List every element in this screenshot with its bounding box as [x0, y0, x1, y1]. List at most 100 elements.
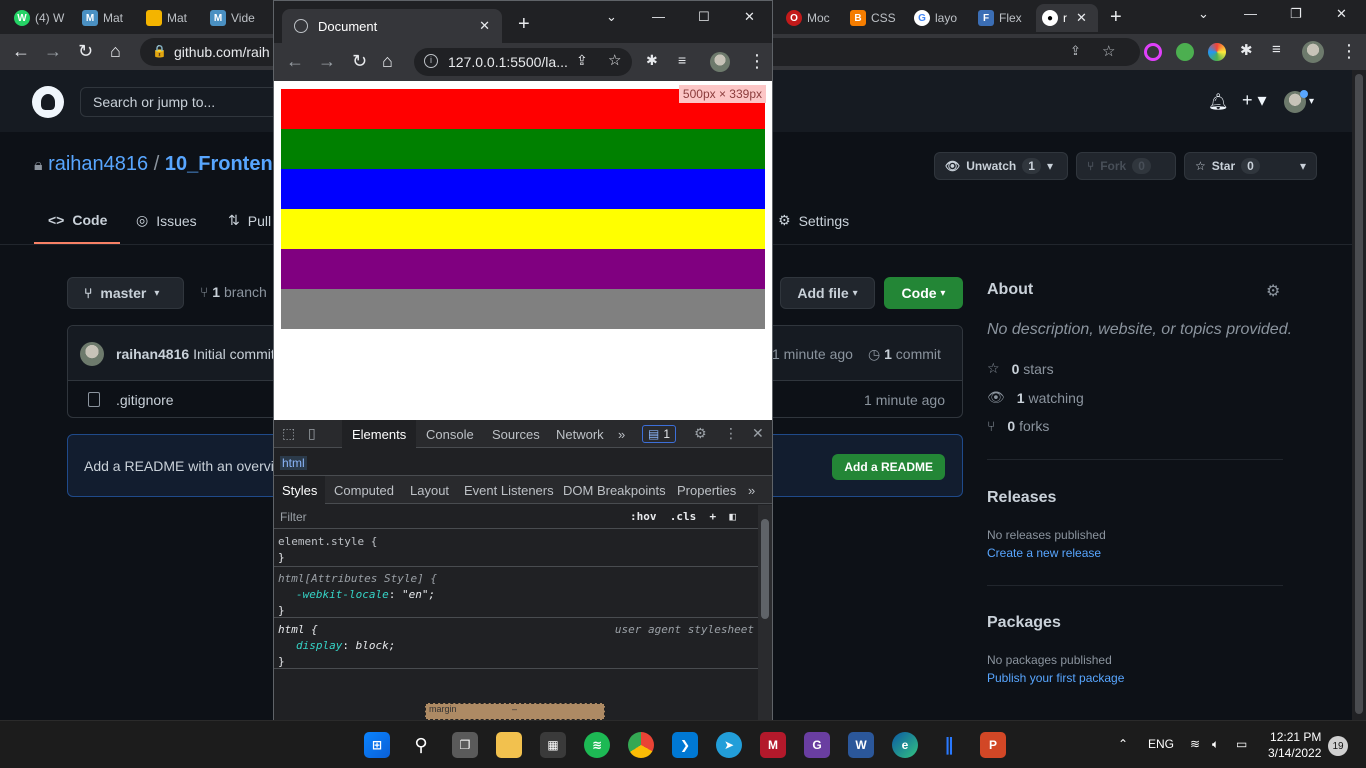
- subtab-dom-breakpoints[interactable]: DOM Breakpoints: [555, 476, 674, 504]
- task-view-icon[interactable]: ❐: [452, 732, 478, 758]
- unwatch-button[interactable]: 👁︎ Unwatch 1 ▾: [934, 152, 1068, 180]
- create-release-link[interactable]: Create a new release: [987, 546, 1101, 560]
- profile-avatar[interactable]: [710, 52, 730, 72]
- extension-circle-icon[interactable]: [1144, 43, 1162, 61]
- hov-toggle[interactable]: :hov: [630, 510, 657, 523]
- cls-toggle[interactable]: .cls: [670, 510, 697, 523]
- add-readme-button[interactable]: Add a README: [832, 454, 945, 480]
- releases-heading[interactable]: Releases: [987, 489, 1056, 507]
- popup-tab-document[interactable]: Document ✕: [282, 9, 502, 43]
- powerpoint-icon[interactable]: P: [980, 732, 1006, 758]
- tab-elements[interactable]: Elements: [342, 420, 417, 448]
- repo-owner-link[interactable]: raihan4816: [48, 153, 148, 175]
- pdf-reader-icon[interactable]: G: [804, 732, 830, 758]
- reload-icon[interactable]: ↻: [78, 41, 93, 62]
- minimize-icon[interactable]: —: [652, 9, 665, 24]
- restore-icon[interactable]: ❐: [1290, 6, 1302, 22]
- extension-green-icon[interactable]: [1176, 43, 1194, 61]
- publish-package-link[interactable]: Publish your first package: [987, 671, 1124, 685]
- more-subtabs-button[interactable]: »: [740, 476, 763, 504]
- forward-icon[interactable]: →: [44, 41, 62, 62]
- minimize-icon[interactable]: —: [1244, 6, 1257, 21]
- chevron-up-icon[interactable]: ⌃: [1118, 737, 1128, 751]
- browser-tab-flex[interactable]: F Flex: [972, 4, 1034, 32]
- store-icon[interactable]: ▦: [540, 732, 566, 758]
- home-icon[interactable]: ⌂: [382, 51, 393, 72]
- popup-address-bar[interactable]: i 127.0.0.1:5500/la...: [414, 48, 632, 76]
- filter-input[interactable]: Filter: [280, 510, 307, 524]
- browser-tab-github-active[interactable]: ● r ✕: [1036, 4, 1098, 32]
- bookmark-star-icon[interactable]: ☆: [1102, 42, 1115, 60]
- vscode-icon[interactable]: ❯: [672, 732, 698, 758]
- browser-tab-vide[interactable]: M Vide: [204, 4, 266, 32]
- tab-code[interactable]: <> Code: [48, 212, 107, 228]
- new-tab-button[interactable]: +: [518, 13, 530, 36]
- tab-search-icon[interactable]: ⌄: [1198, 6, 1209, 22]
- close-tab-icon[interactable]: ✕: [1076, 10, 1087, 26]
- star-button[interactable]: ☆ Star 0 ▾: [1184, 152, 1317, 180]
- back-icon[interactable]: ←: [12, 41, 30, 62]
- home-icon[interactable]: ⌂: [110, 41, 121, 62]
- tab-sources[interactable]: Sources: [482, 420, 550, 448]
- browser-tab-moc[interactable]: O Moc: [780, 4, 840, 32]
- tab-network[interactable]: Network: [546, 420, 614, 448]
- gear-icon[interactable]: ⚙: [1266, 281, 1280, 301]
- tab-issues[interactable]: ◎ Issues: [136, 212, 197, 229]
- maximize-icon[interactable]: ☐: [698, 9, 710, 25]
- close-window-icon[interactable]: ✕: [1336, 6, 1347, 22]
- close-devtools-icon[interactable]: ✕: [752, 425, 764, 442]
- battery-icon[interactable]: ▭: [1236, 737, 1247, 751]
- bookmark-star-icon[interactable]: ☆: [608, 51, 621, 69]
- forks-link[interactable]: ⑂ 0 forks: [987, 418, 1049, 434]
- add-file-button[interactable]: Add file ▾: [780, 277, 875, 309]
- watchers-link[interactable]: 👁︎ 1 watching: [987, 389, 1084, 406]
- subtab-event-listeners[interactable]: Event Listeners: [456, 476, 562, 504]
- commit-history-link[interactable]: ◷ 1 commit: [868, 346, 941, 363]
- breadcrumb-html[interactable]: html: [280, 456, 307, 470]
- browser-tab-mat-1[interactable]: M Mat: [76, 4, 138, 32]
- reload-icon[interactable]: ↻: [352, 51, 367, 72]
- tab-search-icon[interactable]: ⌄: [606, 9, 617, 25]
- extension-color-icon[interactable]: [1208, 43, 1226, 61]
- tab-console[interactable]: Console: [416, 420, 484, 448]
- share-icon[interactable]: ⇪: [576, 52, 588, 69]
- file-explorer-icon[interactable]: [496, 732, 522, 758]
- back-icon[interactable]: ←: [286, 51, 304, 72]
- spotify-icon[interactable]: ≋: [584, 732, 610, 758]
- edge-icon[interactable]: e: [892, 732, 918, 758]
- commit-author[interactable]: raihan4816: [116, 346, 189, 362]
- stars-link[interactable]: ☆ 0 stars: [987, 360, 1054, 377]
- pen-app-icon[interactable]: ∥: [936, 732, 962, 758]
- inspect-element-icon[interactable]: ⬚: [282, 425, 295, 442]
- new-tab-button[interactable]: +: [1110, 6, 1122, 29]
- chevron-down-icon[interactable]: ▾: [1300, 159, 1306, 173]
- wifi-icon[interactable]: ≋: [1190, 737, 1200, 751]
- mendeley-icon[interactable]: M: [760, 732, 786, 758]
- browser-tab-layo[interactable]: G layo: [908, 4, 970, 32]
- clock[interactable]: 12:21 PM 3/14/2022: [1268, 729, 1321, 761]
- puzzle-icon[interactable]: ✱: [1240, 41, 1253, 59]
- create-new-icon[interactable]: + ▾: [1242, 90, 1267, 111]
- browser-tab-mat-2[interactable]: Mat: [140, 4, 202, 32]
- subtab-layout[interactable]: Layout: [402, 476, 457, 504]
- add-rule-icon[interactable]: +: [710, 510, 717, 523]
- fork-button[interactable]: ⑂ Fork 0: [1076, 152, 1176, 180]
- puzzle-icon[interactable]: ✱: [646, 52, 658, 69]
- computed-sidebar-icon[interactable]: ◧: [729, 510, 736, 523]
- device-toolbar-icon[interactable]: ▯: [308, 425, 316, 442]
- close-tab-icon[interactable]: ✕: [479, 18, 490, 34]
- packages-heading[interactable]: Packages: [987, 614, 1061, 632]
- subtab-properties[interactable]: Properties: [669, 476, 744, 504]
- forward-icon[interactable]: →: [318, 51, 336, 72]
- close-window-icon[interactable]: ✕: [744, 9, 755, 25]
- issues-badge[interactable]: ▤ 1: [642, 425, 676, 443]
- start-icon[interactable]: ⊞: [364, 732, 390, 758]
- word-icon[interactable]: W: [848, 732, 874, 758]
- share-icon[interactable]: ⇪: [1070, 43, 1081, 59]
- more-options-icon[interactable]: ⋮: [724, 425, 738, 442]
- volume-icon[interactable]: 🔈︎: [1212, 737, 1219, 752]
- tab-settings[interactable]: ⚙ Settings: [778, 212, 849, 229]
- code-button[interactable]: Code ▾: [884, 277, 963, 309]
- commit-avatar[interactable]: [80, 342, 104, 366]
- browser-tab-css[interactable]: B CSS: [844, 4, 904, 32]
